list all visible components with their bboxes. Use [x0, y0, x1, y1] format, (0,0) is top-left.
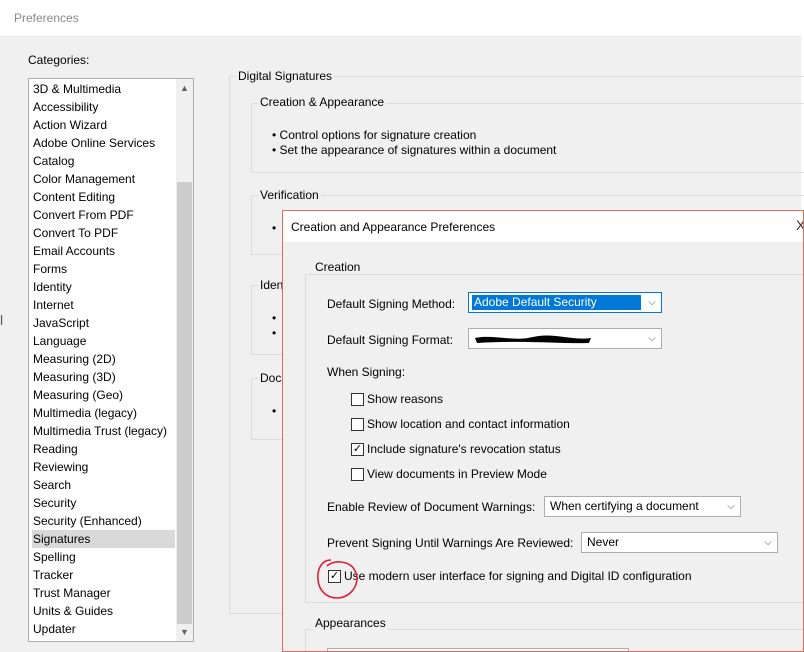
document-bullet: • [272, 404, 277, 418]
creation-group [305, 274, 803, 603]
appearances-list[interactable] [327, 648, 629, 651]
close-icon[interactable]: X [796, 217, 803, 233]
category-item[interactable]: Measuring (2D) [32, 350, 175, 368]
scroll-up-icon[interactable]: ▲ [176, 80, 193, 97]
show-reasons-label: Show reasons [367, 392, 444, 406]
category-item[interactable]: Multimedia (legacy) [32, 404, 175, 422]
preview-mode-checkbox[interactable] [351, 468, 364, 481]
category-item[interactable]: Search [32, 476, 175, 494]
window-title: Preferences [14, 11, 79, 25]
show-reasons-checkbox[interactable] [351, 393, 364, 406]
category-item[interactable]: Spelling [32, 548, 175, 566]
identities-bullet-1: • [272, 311, 277, 325]
chevron-down-icon: ⌵ [727, 501, 735, 512]
enable-review-value: When certifying a document [550, 499, 699, 513]
categories-label: Categories: [28, 53, 90, 67]
category-item[interactable]: Color Management [32, 170, 175, 188]
category-item[interactable]: Trust Manager [32, 584, 175, 602]
partial-text-edge: l [0, 312, 4, 328]
identities-bullet-2: • [272, 326, 277, 340]
chevron-down-icon: ⌵ [764, 537, 772, 548]
verification-bullet: • [272, 221, 277, 235]
category-item[interactable]: Reading [32, 440, 175, 458]
enable-review-select[interactable]: When certifying a document ⌵ [544, 496, 741, 517]
creation-appearance-title: Creation & Appearance [258, 95, 387, 109]
scroll-down-icon[interactable]: ▼ [176, 624, 193, 641]
revocation-status-checkbox[interactable]: ✓ [351, 443, 364, 456]
window-titlebar: Preferences [0, 0, 804, 37]
category-item[interactable]: Internet [32, 296, 175, 314]
appearances-group-title: Appearances [313, 616, 388, 630]
revocation-status-label: Include signature's revocation status [367, 442, 561, 456]
category-item[interactable]: Units & Guides [32, 602, 175, 620]
category-item[interactable]: Multimedia Trust (legacy) [32, 422, 175, 440]
category-item[interactable]: Updater [32, 620, 175, 638]
when-signing-label: When Signing: [327, 365, 406, 379]
category-item[interactable]: Convert From PDF [32, 206, 175, 224]
signing-format-label: Default Signing Format: [327, 333, 454, 347]
document-title: Doc [258, 371, 284, 385]
category-item[interactable]: Adobe Online Services [32, 134, 175, 152]
category-item[interactable]: Tracker [32, 566, 175, 584]
show-location-label: Show location and contact information [367, 417, 570, 431]
category-item[interactable]: 3D & Multimedia [32, 80, 175, 98]
category-item[interactable]: Convert To PDF [32, 224, 175, 242]
category-item[interactable]: Signatures [32, 530, 175, 548]
annotation-circle [317, 559, 358, 599]
scrollbar-thumb[interactable] [177, 182, 192, 624]
category-item[interactable]: Forms [32, 260, 175, 278]
category-item[interactable]: JavaScript [32, 314, 175, 332]
category-item[interactable]: Accessibility [32, 98, 175, 116]
categories-list[interactable]: 3D & Multimedia Accessibility Action Wizar… [28, 78, 194, 642]
category-item[interactable]: Identity [32, 278, 175, 296]
chevron-down-icon: ⌵ [648, 297, 656, 308]
signing-format-select[interactable]: ⌵ [468, 328, 662, 349]
category-item[interactable]: Action Wizard [32, 116, 175, 134]
redaction-scribble [475, 335, 591, 344]
category-item[interactable]: Content Editing [32, 188, 175, 206]
preview-mode-label: View documents in Preview Mode [367, 467, 547, 481]
verification-title: Verification [258, 188, 321, 202]
creation-group-title: Creation [313, 260, 363, 274]
signing-method-label: Default Signing Method: [327, 297, 456, 311]
prevent-signing-value: Never [587, 535, 620, 549]
category-item[interactable]: Catalog [32, 152, 175, 170]
category-item[interactable]: Email Accounts [32, 242, 175, 260]
category-item[interactable]: Security [32, 494, 175, 512]
chevron-down-icon: ⌵ [648, 333, 656, 344]
show-location-checkbox[interactable] [351, 418, 364, 431]
prevent-signing-label: Prevent Signing Until Warnings Are Revie… [327, 536, 574, 550]
digital-signatures-title: Digital Signatures [236, 69, 335, 83]
creation-bullet-2: • Set the appearance of signatures withi… [272, 143, 557, 157]
enable-review-label: Enable Review of Document Warnings: [327, 500, 536, 514]
creation-appearance-dialog: Creation and Appearance Preferences X Cr… [282, 210, 804, 652]
signing-method-value: Adobe Default Security [472, 295, 641, 310]
category-item[interactable]: Language [32, 332, 175, 350]
category-item[interactable]: Measuring (3D) [32, 368, 175, 386]
category-item[interactable]: Security (Enhanced) [32, 512, 175, 530]
prevent-signing-select[interactable]: Never ⌵ [581, 532, 778, 553]
dialog-title: Creation and Appearance Preferences [291, 220, 496, 234]
signing-method-select[interactable]: Adobe Default Security ⌵ [468, 292, 662, 313]
category-item[interactable]: Measuring (Geo) [32, 386, 175, 404]
creation-bullet-1: • Control options for signature creation [272, 128, 477, 142]
modern-ui-label: Use modern user interface for signing an… [344, 569, 692, 583]
category-item[interactable]: Reviewing [32, 458, 175, 476]
